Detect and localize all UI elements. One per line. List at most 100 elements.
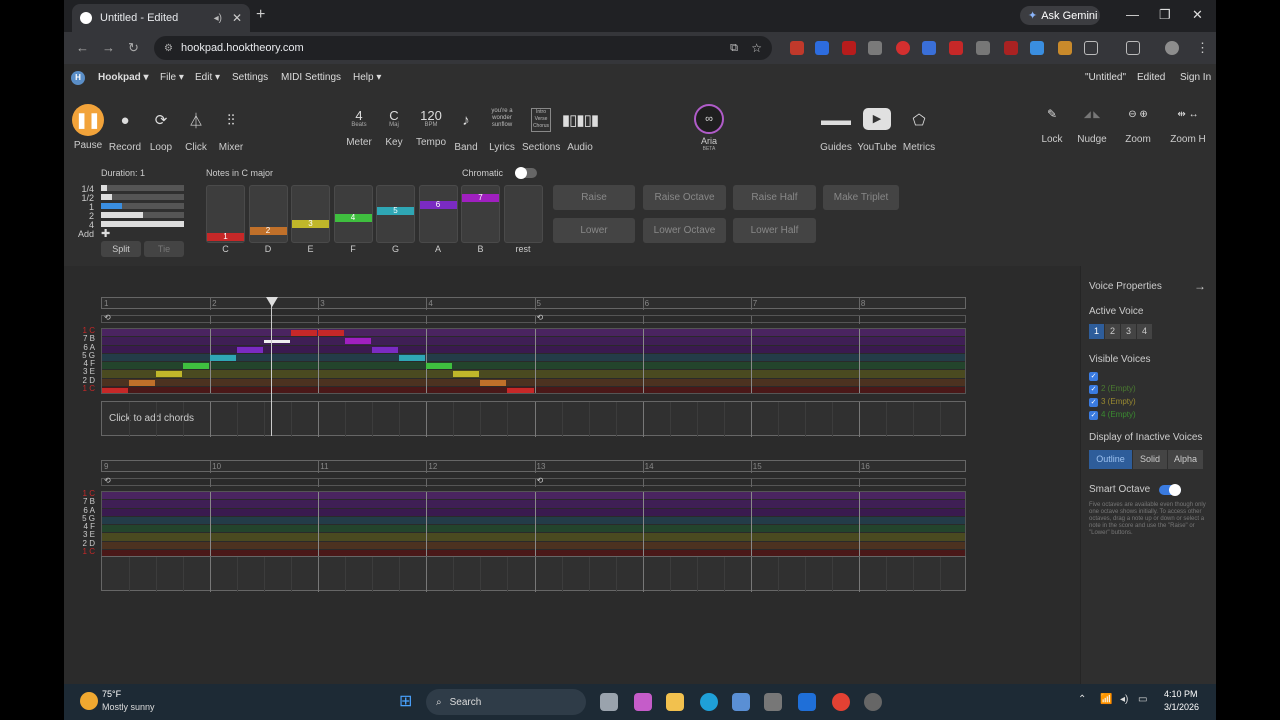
menu-edit[interactable]: Edit ▾ [195, 72, 220, 83]
chrome-icon[interactable] [832, 693, 850, 711]
battery-icon[interactable]: ▭ [1138, 694, 1147, 705]
record-button[interactable]: ● Record [107, 100, 143, 154]
melody-note[interactable] [129, 379, 156, 386]
menu-settings[interactable]: Settings [232, 72, 268, 83]
weather-sun-icon[interactable] [80, 692, 98, 710]
extension-icon[interactable] [896, 41, 910, 55]
duration-4-bar[interactable] [101, 221, 184, 227]
scale-key-e[interactable]: 3 [291, 185, 330, 243]
key-button[interactable]: C Maj Key [382, 100, 406, 148]
meter-button[interactable]: 4 Beats Meter [343, 100, 375, 148]
lower-half-button[interactable]: Lower Half [733, 218, 816, 243]
clock-time[interactable]: 4:10 PM [1164, 689, 1198, 699]
loop-strip-row-1[interactable]: ⟲ ⟲ [101, 313, 966, 324]
pause-button[interactable]: ❚❚ Pause [72, 102, 104, 151]
weather-desc[interactable]: Mostly sunny [102, 702, 155, 712]
extension-icon[interactable] [1030, 41, 1044, 55]
lower-button[interactable]: Lower [553, 218, 635, 243]
melody-note[interactable] [183, 363, 210, 369]
loop-marker-icon[interactable]: ⟲ [104, 313, 111, 322]
melody-note[interactable] [237, 346, 264, 353]
extension-icon[interactable] [922, 41, 936, 55]
volume-icon[interactable]: ◂) [1120, 694, 1128, 705]
forward-icon[interactable]: → [102, 40, 115, 55]
ask-gemini-button[interactable]: ✦ Ask Gemini [1020, 6, 1100, 25]
scale-key-rest[interactable] [503, 185, 543, 243]
tray-chevron-icon[interactable]: ⌃ [1078, 694, 1086, 705]
new-tab-icon[interactable]: + [256, 6, 265, 24]
extension-icon[interactable] [842, 41, 856, 55]
playhead[interactable] [271, 300, 272, 436]
reload-icon[interactable]: ↻ [128, 40, 139, 56]
app-icon[interactable] [764, 693, 782, 711]
score-area[interactable]: 12345678 ⟲ ⟲ Click to add chords 9 10 11 12 1… [64, 266, 1080, 684]
chord-row-1[interactable]: Click to add chords [101, 401, 966, 437]
visible-voice-2-checkbox[interactable]: ✓ [1089, 385, 1098, 394]
voice-3-button[interactable]: 3 [1121, 324, 1136, 339]
collapse-arrow-icon[interactable]: → [1194, 279, 1206, 293]
extension-icon[interactable] [815, 41, 829, 55]
melody-note[interactable] [318, 330, 345, 336]
app-icon[interactable] [798, 693, 816, 711]
piano-roll-row-1[interactable] [101, 328, 966, 394]
melody-note[interactable] [453, 371, 480, 378]
raise-button[interactable]: Raise [553, 185, 635, 210]
audio-button[interactable]: ▮▯▮▯▮ Audio [562, 100, 599, 153]
display-outline-button[interactable]: Outline [1089, 450, 1132, 469]
tab-hookpad[interactable]: Untitled - Edited ◂) ✕ [72, 4, 250, 32]
lower-octave-button[interactable]: Lower Octave [643, 218, 726, 243]
profile-avatar[interactable] [1165, 41, 1179, 55]
extension-icon[interactable] [976, 41, 990, 55]
weather-temp[interactable]: 75°F [102, 689, 121, 699]
melody-note[interactable] [372, 346, 399, 353]
back-icon[interactable]: ← [76, 40, 89, 55]
melody-note[interactable] [264, 339, 291, 343]
visible-voice-3-checkbox[interactable]: ✓ [1089, 398, 1098, 407]
site-info-icon[interactable]: ⚙ [164, 43, 173, 54]
voice-2-button[interactable]: 2 [1105, 324, 1120, 339]
file-explorer-icon[interactable] [666, 693, 684, 711]
extension-icon[interactable] [868, 41, 882, 55]
melody-note[interactable] [102, 387, 129, 393]
duration-half-bar[interactable] [101, 194, 184, 200]
task-view-icon[interactable] [600, 693, 618, 711]
scale-key-c[interactable]: 1 [206, 185, 245, 243]
extensions-puzzle-icon[interactable] [1084, 41, 1098, 55]
aria-button[interactable]: ∞ Aria BETA [692, 100, 726, 152]
duration-2-bar[interactable] [101, 212, 184, 218]
melody-note[interactable] [426, 363, 453, 369]
edge-icon[interactable] [700, 693, 718, 711]
sign-in-link[interactable]: Sign In [1180, 72, 1211, 83]
melody-note[interactable] [507, 387, 534, 393]
windows-start-icon[interactable]: ⊞ [399, 693, 417, 711]
duration-quarter-bar[interactable] [101, 185, 184, 191]
url-field[interactable]: ⚙ hookpad.hooktheory.com ⧉ ☆ [154, 36, 772, 60]
install-icon[interactable]: ⧉ [730, 42, 738, 55]
melody-note[interactable] [399, 354, 426, 361]
lyrics-button[interactable]: you're a wonder sunflow Lyrics [486, 100, 518, 153]
lock-button[interactable]: ✎ Lock [1040, 100, 1064, 145]
scale-key-f[interactable]: 4 [333, 185, 373, 243]
display-alpha-button[interactable]: Alpha [1168, 450, 1203, 469]
piano-roll-row-2[interactable] [101, 491, 966, 557]
split-button[interactable]: Split [101, 241, 141, 257]
maximize-icon[interactable]: ❐ [1159, 7, 1171, 23]
minimize-icon[interactable]: — [1126, 7, 1139, 22]
loop-button[interactable]: ⟳ Loop [147, 100, 175, 153]
speaker-icon[interactable]: ◂) [214, 13, 222, 24]
clock-date[interactable]: 3/1/2026 [1164, 702, 1199, 712]
melody-note[interactable] [345, 338, 372, 345]
playhead-marker-icon[interactable] [266, 297, 278, 307]
loop-marker-icon[interactable]: ⟲ [537, 476, 544, 485]
extension-icon[interactable] [1004, 41, 1018, 55]
loop-marker-icon[interactable]: ⟲ [104, 476, 111, 485]
scale-key-g[interactable]: 5 [376, 185, 415, 243]
store-icon[interactable] [732, 693, 750, 711]
melody-note[interactable] [291, 330, 318, 336]
taskbar-search[interactable]: ⌕ Search [426, 689, 586, 715]
extension-icon[interactable] [790, 41, 804, 55]
close-window-icon[interactable]: ✕ [1192, 7, 1203, 23]
melody-note[interactable] [210, 354, 237, 361]
close-tab-icon[interactable]: ✕ [232, 11, 242, 25]
band-button[interactable]: ♪ Band [452, 100, 480, 154]
